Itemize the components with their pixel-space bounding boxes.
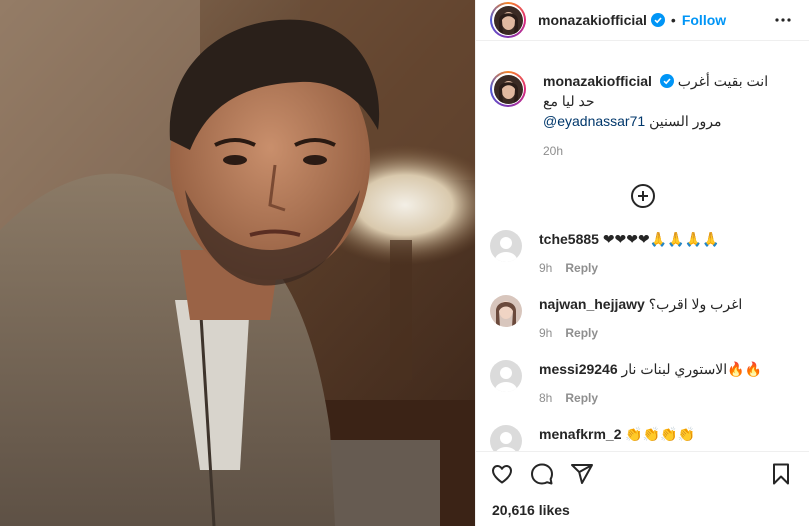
comment-item: tche5885 ❤❤❤❤🙏🙏🙏🙏 9h Reply	[490, 229, 795, 275]
commenter-avatar[interactable]	[490, 295, 522, 327]
comment-text: ❤❤❤❤🙏🙏🙏🙏	[602, 231, 720, 247]
comments-section[interactable]: monazakiofficial انت بقيت أغرب حد ليا مع…	[476, 41, 809, 451]
separator-dot: •	[670, 12, 676, 28]
more-options-icon[interactable]	[771, 8, 795, 32]
post-image[interactable]	[0, 0, 475, 526]
verified-badge-icon	[650, 13, 665, 27]
reply-button[interactable]: Reply	[565, 391, 598, 405]
comment-text: اغرب ولا اقرب؟	[648, 296, 743, 312]
commenter-avatar[interactable]	[490, 360, 522, 392]
commenter-username[interactable]: messi29246	[539, 361, 618, 377]
reply-button[interactable]: Reply	[565, 261, 598, 275]
post-sidebar: monazakiofficial • Follow monazakioffici…	[475, 0, 809, 526]
commenter-username[interactable]: menafkrm_2	[539, 426, 622, 442]
save-bookmark-icon[interactable]	[769, 462, 793, 486]
commenter-avatar[interactable]	[490, 230, 522, 262]
commenter-avatar[interactable]	[490, 425, 522, 451]
comment-text: الاستوري لبنات نار🔥🔥	[621, 361, 763, 377]
comment-item: messi29246 الاستوري لبنات نار🔥🔥 8h Reply	[490, 359, 795, 405]
post-actions-bar	[476, 451, 809, 495]
post-header: monazakiofficial • Follow	[476, 0, 809, 41]
caption-text-line2: مرور السنين	[649, 113, 722, 129]
caption-avatar[interactable]	[490, 71, 526, 107]
commenter-username[interactable]: tche5885	[539, 231, 599, 247]
comment-time[interactable]: 9h	[539, 326, 552, 340]
likes-count[interactable]: 20,616 likes	[492, 502, 570, 518]
comment-item: menafkrm_2 👏👏👏👏	[490, 424, 795, 451]
author-username[interactable]: monazakiofficial	[538, 12, 647, 28]
load-more-comments[interactable]	[476, 183, 809, 209]
commenter-username[interactable]: najwan_hejjawy	[539, 296, 645, 312]
comment-item: najwan_hejjawy اغرب ولا اقرب؟ 9h Reply	[490, 294, 795, 340]
like-heart-icon[interactable]	[490, 462, 514, 486]
caption-time[interactable]: 20h	[543, 141, 783, 161]
follow-button[interactable]: Follow	[682, 12, 726, 28]
comment-bubble-icon[interactable]	[530, 462, 554, 486]
verified-badge-icon	[659, 73, 674, 88]
caption-mention[interactable]: @eyadnassar71	[543, 113, 645, 129]
caption-username[interactable]: monazakiofficial	[543, 73, 652, 89]
post-caption: monazakiofficial انت بقيت أغرب حد ليا مع…	[490, 41, 795, 161]
plus-circle-icon[interactable]	[630, 183, 656, 209]
author-avatar[interactable]	[490, 2, 526, 38]
post-modal: monazakiofficial • Follow monazakioffici…	[0, 0, 809, 526]
share-paper-plane-icon[interactable]	[570, 462, 594, 486]
comment-time[interactable]: 8h	[539, 391, 552, 405]
comment-time[interactable]: 9h	[539, 261, 552, 275]
reply-button[interactable]: Reply	[565, 326, 598, 340]
comment-list: tche5885 ❤❤❤❤🙏🙏🙏🙏 9h Reply najwan_hejjawy…	[490, 229, 795, 451]
comment-text: 👏👏👏👏	[625, 426, 696, 442]
